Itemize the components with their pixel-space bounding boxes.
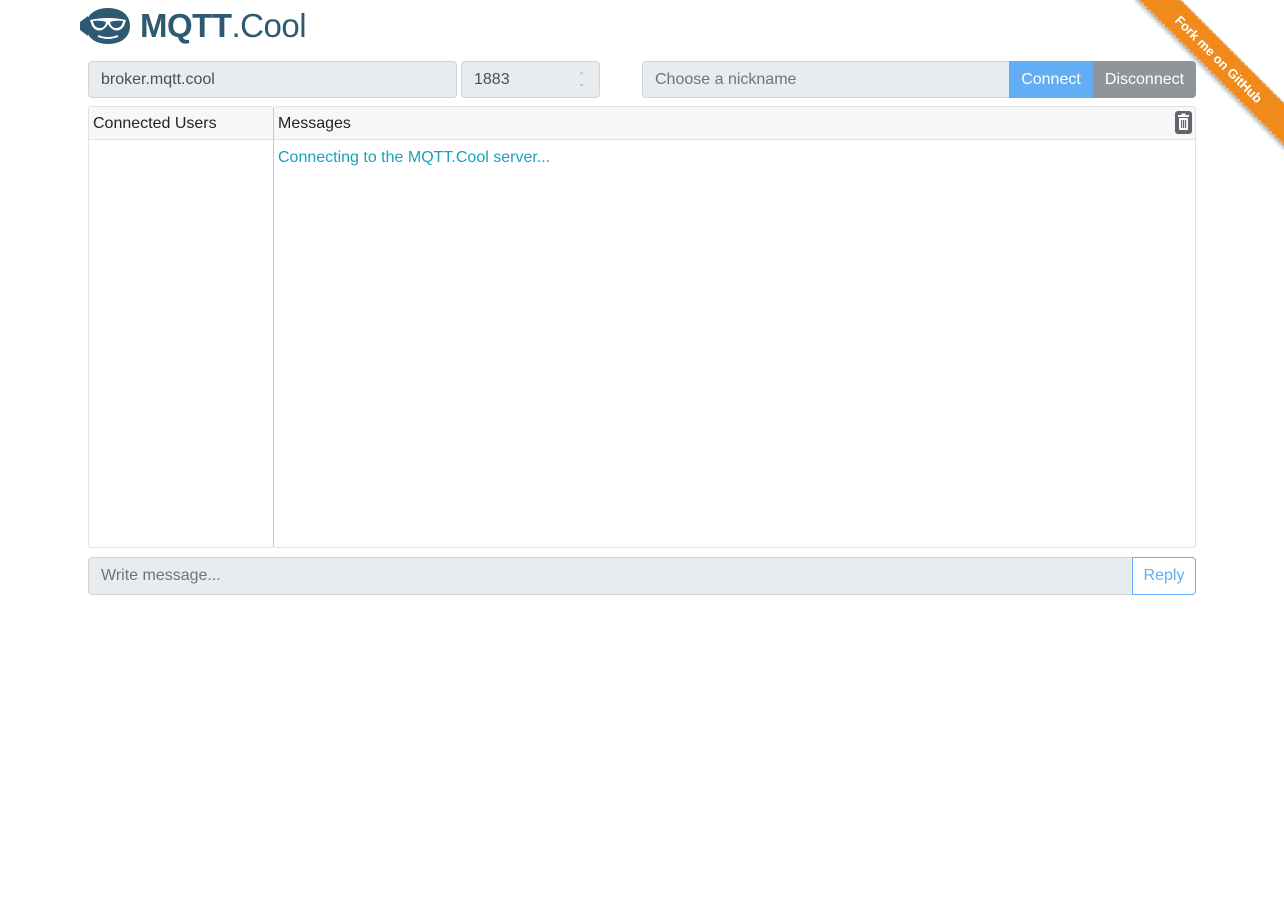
disconnect-button[interactable]: Disconnect (1093, 61, 1196, 98)
connection-status-message: Connecting to the MQTT.Cool server... (278, 149, 551, 166)
messages-header: Messages (274, 107, 1195, 140)
trash-icon[interactable] (1175, 111, 1192, 134)
connected-users-header: Connected Users (89, 107, 273, 140)
logo-text: MQTT.Cool (140, 6, 307, 46)
nickname-input[interactable]: Choose a nickname (642, 61, 1010, 98)
messages-title: Messages (278, 115, 351, 132)
broker-port-input[interactable]: 1883 ⌃ ⌄ (461, 61, 600, 98)
chevron-down-icon[interactable]: ⌄ (578, 79, 585, 88)
messages-panel: Messages Connecting to the MQTT.Cool ser… (273, 106, 1196, 548)
port-stepper[interactable]: ⌃ ⌄ (578, 62, 587, 97)
broker-host-input[interactable]: broker.mqtt.cool (88, 61, 457, 98)
sunglasses-face-icon (80, 8, 130, 44)
connect-button[interactable]: Connect (1009, 61, 1093, 98)
connected-users-panel: Connected Users (88, 106, 274, 548)
message-input[interactable]: Write message... (88, 557, 1133, 595)
logo: MQTT.Cool (80, 6, 307, 46)
reply-button[interactable]: Reply (1132, 557, 1196, 595)
logo-text-light: .Cool (231, 7, 307, 44)
logo-text-bold: MQTT (140, 7, 232, 44)
port-value: 1883 (474, 71, 510, 88)
